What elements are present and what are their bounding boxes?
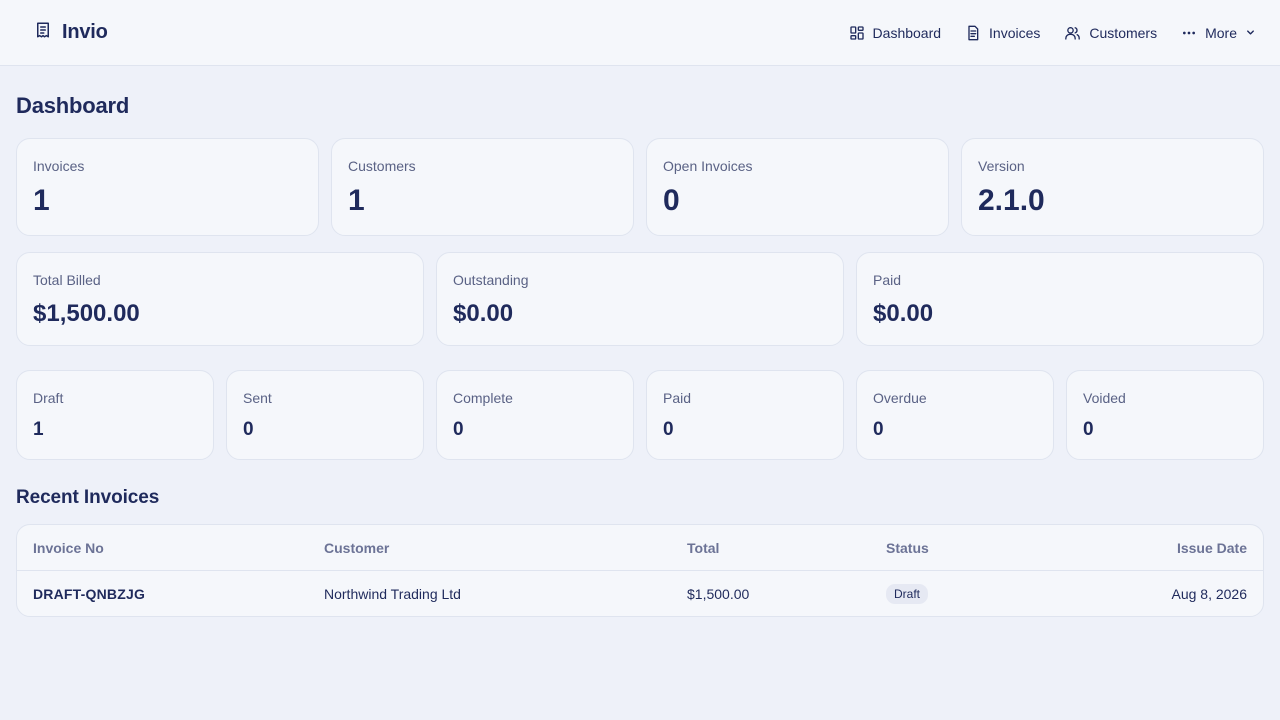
status-badge: Draft xyxy=(886,584,929,604)
chevron-down-icon xyxy=(1245,27,1256,38)
nav-dashboard[interactable]: Dashboard xyxy=(849,24,942,41)
stat-value: 1 xyxy=(33,419,44,440)
invoice-customer: Northwind Trading Ltd xyxy=(324,586,461,602)
stat-card-invoices: Invoices 1 xyxy=(16,138,319,236)
column-header-issue-date: Issue Date xyxy=(1176,540,1247,556)
top-navbar: Invio Dashboard Invoices Customers More xyxy=(0,0,1280,66)
dots-horizontal-icon xyxy=(1181,25,1197,41)
stat-value: 0 xyxy=(663,184,680,217)
stat-value: 0 xyxy=(243,419,254,440)
brand-name: Invio xyxy=(62,21,108,43)
nav-invoices-label: Invoices xyxy=(989,24,1041,41)
invoice-issue-date: Aug 8, 2026 xyxy=(1171,586,1247,602)
stat-card-version: Version 2.1.0 xyxy=(961,138,1264,236)
stat-label: Outstanding xyxy=(453,272,529,288)
stat-value: 0 xyxy=(873,419,884,440)
page-title: Dashboard xyxy=(16,93,130,118)
stat-label: Draft xyxy=(33,390,64,406)
table-row[interactable]: DRAFT-QNBZJG Northwind Trading Ltd $1,50… xyxy=(17,571,1263,616)
table-header: Invoice No Customer Total Status Issue D… xyxy=(17,525,1263,571)
stat-card-open-invoices: Open Invoices 0 xyxy=(646,138,949,236)
nav-invoices[interactable]: Invoices xyxy=(965,25,1040,41)
nav-more-label: More xyxy=(1205,24,1237,41)
stat-label: Customers xyxy=(348,158,416,174)
status-card-sent: Sent 0 xyxy=(226,370,424,460)
stat-value: 2.1.0 xyxy=(978,184,1045,217)
status-card-overdue: Overdue 0 xyxy=(856,370,1054,460)
stat-label: Open Invoices xyxy=(663,158,753,174)
invoice-total: $1,500.00 xyxy=(687,586,750,602)
stat-value: $1,500.00 xyxy=(33,300,140,327)
status-card-paid: Paid 0 xyxy=(646,370,844,460)
invoice-status: Draft xyxy=(886,571,929,616)
nav-dashboard-label: Dashboard xyxy=(872,24,942,41)
status-card-draft: Draft 1 xyxy=(16,370,214,460)
column-header-total: Total xyxy=(687,540,720,556)
stat-card-total-billed: Total Billed $1,500.00 xyxy=(16,252,424,346)
brand[interactable]: Invio xyxy=(34,21,108,44)
nav-more-dropdown[interactable]: More xyxy=(1181,25,1256,41)
stat-label: Sent xyxy=(243,390,272,406)
status-card-voided: Voided 0 xyxy=(1066,370,1264,460)
receipt-icon xyxy=(34,21,52,44)
stat-value: 1 xyxy=(33,184,50,217)
stat-label: Complete xyxy=(453,390,513,406)
stat-label: Overdue xyxy=(873,390,927,406)
stat-label: Invoices xyxy=(33,158,85,174)
document-icon xyxy=(965,25,981,41)
stat-value: 0 xyxy=(663,419,674,440)
main-nav: Dashboard Invoices Customers More xyxy=(849,25,1256,41)
stat-label: Version xyxy=(978,158,1025,174)
users-icon xyxy=(1064,25,1081,41)
stat-card-customers: Customers 1 xyxy=(331,138,634,236)
stat-value: 0 xyxy=(1083,419,1094,440)
nav-customers[interactable]: Customers xyxy=(1064,25,1157,41)
stat-label: Paid xyxy=(873,272,902,288)
stat-value: $0.00 xyxy=(873,300,934,327)
column-header-status: Status xyxy=(886,540,929,556)
stat-label: Voided xyxy=(1083,390,1126,406)
stat-card-paid-amount: Paid $0.00 xyxy=(856,252,1264,346)
stat-value: $0.00 xyxy=(453,300,514,327)
invoice-number[interactable]: DRAFT-QNBZJG xyxy=(33,571,145,616)
recent-invoices-title: Recent Invoices xyxy=(16,487,160,508)
stat-value: 1 xyxy=(348,184,365,217)
stat-label: Paid xyxy=(663,390,692,406)
recent-invoices-table: Invoice No Customer Total Status Issue D… xyxy=(16,524,1264,617)
grid-icon xyxy=(849,25,865,41)
status-card-complete: Complete 0 xyxy=(436,370,634,460)
column-header-invoice-no: Invoice No xyxy=(33,540,104,556)
stat-value: 0 xyxy=(453,419,464,440)
nav-customers-label: Customers xyxy=(1089,24,1158,41)
stat-card-outstanding: Outstanding $0.00 xyxy=(436,252,844,346)
stat-label: Total Billed xyxy=(33,272,101,288)
column-header-customer: Customer xyxy=(324,540,390,556)
